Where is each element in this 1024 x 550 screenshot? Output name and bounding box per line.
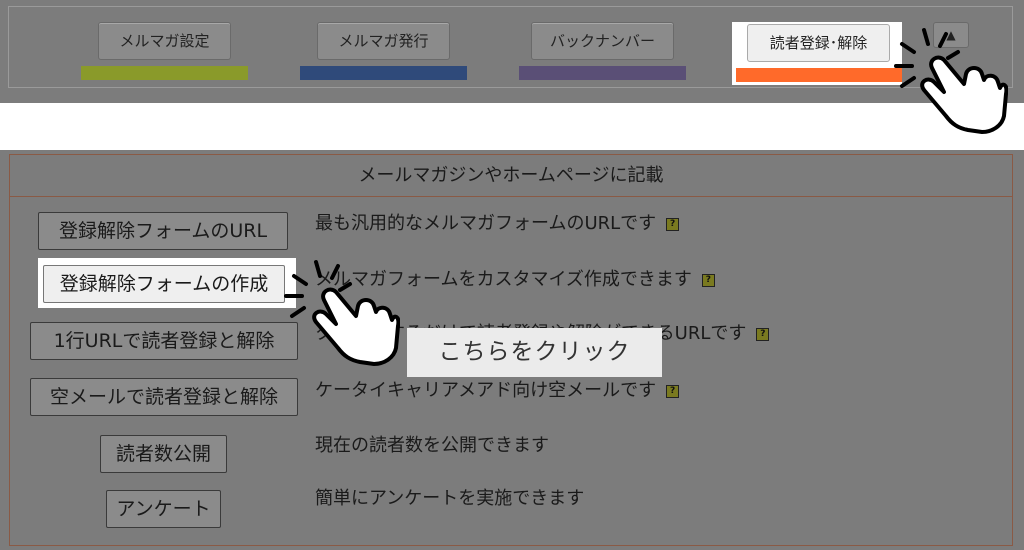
help-icon[interactable]: ? <box>701 273 715 287</box>
row-description: 最も汎用的なメルマガフォームのURLです? <box>315 212 680 236</box>
nav-tab-underline <box>519 66 686 80</box>
nav-panel: メルマガ設定 メルマガ発行 バックナンバー 読者登録･解除 ▲ <box>0 0 1024 103</box>
help-icon[interactable]: ? <box>756 327 770 341</box>
reader-count-button[interactable]: 読者数公開 <box>100 435 227 473</box>
hand-pointer-icon <box>284 260 400 366</box>
one-line-url-button[interactable]: 1行URLで読者登録と解除 <box>30 322 298 360</box>
nav-tab-mailmag-publish[interactable]: メルマガ発行 <box>317 22 450 60</box>
survey-button[interactable]: アンケート <box>106 490 221 528</box>
register-form-create-button[interactable]: 登録解除フォームの作成 <box>43 265 285 303</box>
help-icon[interactable]: ? <box>666 384 680 398</box>
click-here-callout: こちらをクリック <box>407 328 662 377</box>
nav-tab-reader-register[interactable]: 読者登録･解除 <box>747 24 890 62</box>
row-description-text: 最も汎用的なメルマガフォームのURLです <box>315 213 657 234</box>
empty-mail-button[interactable]: 空メールで読者登録と解除 <box>30 378 298 416</box>
nav-tab-underline <box>736 68 902 82</box>
row-description: ケータイキャリアメアド向け空メールです? <box>315 379 680 403</box>
nav-tab-mailmag-settings[interactable]: メルマガ設定 <box>98 22 231 60</box>
nav-tab-backnumber[interactable]: バックナンバー <box>531 22 674 60</box>
nav-tab-underline <box>300 66 467 80</box>
row-description-text: 簡単にアンケートを実施できます <box>315 488 585 509</box>
nav-tab-underline <box>81 66 248 80</box>
hand-pointer-icon <box>894 28 1008 134</box>
register-form-url-button[interactable]: 登録解除フォームのURL <box>38 212 288 250</box>
row-description-text: 現在の読者数を公開できます <box>315 435 549 456</box>
row-description: 簡単にアンケートを実施できます <box>315 487 584 511</box>
row-description-text: ケータイキャリアメアド向け空メールです <box>315 380 657 401</box>
help-icon[interactable]: ? <box>666 217 680 231</box>
section-title: メールマガジンやホームページに記載 <box>10 155 1012 197</box>
row-description: 現在の読者数を公開できます <box>315 434 549 458</box>
